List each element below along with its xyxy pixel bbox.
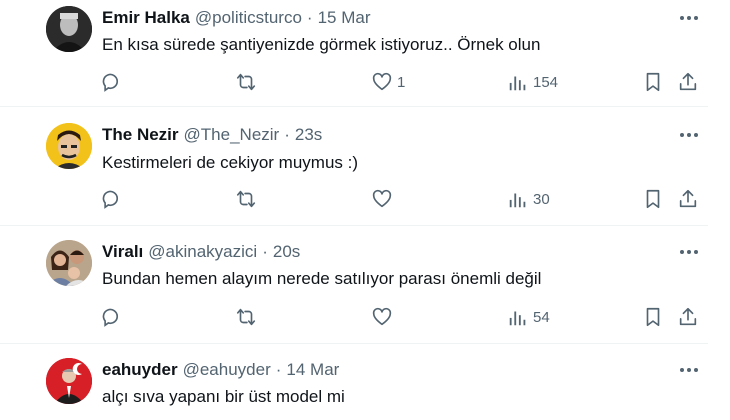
tweet-text: Kestirmeleri de cekiyor muymus :) (102, 153, 359, 172)
more-dots-icon[interactable] (676, 8, 702, 28)
like-count: 1 (397, 73, 406, 91)
more-dots-icon[interactable] (676, 125, 702, 145)
avatar[interactable] (46, 358, 92, 404)
retweet-button[interactable] (235, 188, 257, 210)
like-button[interactable] (371, 188, 393, 210)
retweet-button[interactable] (235, 71, 257, 93)
separator-dot: · (284, 125, 290, 144)
heart-icon (372, 72, 392, 91)
separator-dot: · (306, 8, 313, 27)
timestamp[interactable]: 23s (295, 125, 322, 145)
bookmark-icon (646, 189, 660, 209)
timestamp[interactable]: 20s (273, 242, 300, 262)
retweet-arrows-icon (236, 73, 256, 91)
bookmark-button[interactable] (642, 188, 664, 210)
views-button[interactable]: 154 (507, 71, 558, 93)
tweet-card[interactable]: The Nezir @The_Nezir · 23s Kestirmeleri … (0, 107, 708, 226)
author-name[interactable]: eahuyder (102, 360, 178, 380)
tweet-card[interactable]: Viralı @akinakyazici · 20s Bundan hemen … (0, 226, 708, 344)
retweet-button[interactable] (235, 306, 257, 328)
avatar[interactable] (46, 123, 92, 169)
share-upload-icon (679, 307, 697, 326)
author-name[interactable]: Viralı (102, 242, 143, 262)
comment-bubble-icon (102, 73, 119, 92)
reply-button[interactable] (101, 71, 123, 93)
share-upload-icon (679, 189, 697, 208)
tweet-header: Emir Halka @politicsturco · 15 Mar (102, 8, 371, 28)
comment-bubble-icon (102, 190, 119, 209)
reply-button[interactable] (101, 306, 123, 328)
like-button[interactable] (371, 306, 393, 328)
tweet-text: Bundan hemen alayım nerede satılıyor par… (102, 269, 542, 288)
author-name[interactable]: The Nezir (102, 125, 179, 145)
tweet-card[interactable]: Emir Halka @politicsturco · 15 Mar En kı… (0, 0, 708, 107)
view-count: 30 (533, 190, 550, 208)
share-button[interactable] (677, 71, 699, 93)
bar-chart-icon (509, 76, 526, 91)
view-count: 154 (533, 73, 559, 91)
bookmark-icon (646, 307, 660, 327)
bar-chart-icon (509, 193, 526, 208)
timestamp[interactable]: 14 Mar (286, 360, 339, 380)
tweet-text: En kısa sürede şantiyenizde görmek istiy… (102, 35, 541, 54)
tweet-feed: Emir Halka @politicsturco · 15 Mar En kı… (0, 0, 730, 420)
bookmark-icon (646, 72, 660, 92)
author-name[interactable]: Emir Halka (102, 8, 190, 28)
more-dots-icon[interactable] (676, 242, 702, 262)
retweet-arrows-icon (236, 308, 256, 326)
views-button[interactable]: 30 (507, 188, 550, 210)
bar-chart-icon (509, 311, 526, 326)
reply-button[interactable] (101, 188, 123, 210)
separator-dot: · (262, 242, 268, 261)
author-handle[interactable]: @akinakyazici (148, 242, 257, 262)
share-button[interactable] (677, 188, 699, 210)
separator-dot: · (275, 360, 282, 379)
timestamp[interactable]: 15 Mar (318, 8, 371, 28)
author-handle[interactable]: @The_Nezir (184, 125, 280, 145)
heart-icon (372, 307, 392, 326)
like-button[interactable]: 1 (371, 71, 405, 93)
avatar[interactable] (46, 6, 92, 52)
share-upload-icon (679, 72, 697, 91)
tweet-text: alçı sıva yapanı bir üst model mi (102, 387, 345, 406)
share-button[interactable] (677, 306, 699, 328)
tweet-header: eahuyder @eahuyder · 14 Mar (102, 360, 339, 380)
comment-bubble-icon (102, 308, 119, 327)
bookmark-button[interactable] (642, 306, 664, 328)
heart-icon (372, 189, 392, 208)
view-count: 54 (533, 308, 550, 326)
more-dots-icon[interactable] (676, 360, 702, 380)
bookmark-button[interactable] (642, 71, 664, 93)
tweet-header: The Nezir @The_Nezir · 23s (102, 125, 322, 145)
avatar[interactable] (46, 240, 92, 286)
tweet-header: Viralı @akinakyazici · 20s (102, 242, 300, 262)
views-button[interactable]: 54 (507, 306, 550, 328)
author-handle[interactable]: @eahuyder (183, 360, 271, 380)
tweet-card[interactable]: eahuyder @eahuyder · 14 Mar alçı sıva ya… (0, 344, 708, 420)
author-handle[interactable]: @politicsturco (195, 8, 302, 28)
retweet-arrows-icon (236, 190, 256, 208)
